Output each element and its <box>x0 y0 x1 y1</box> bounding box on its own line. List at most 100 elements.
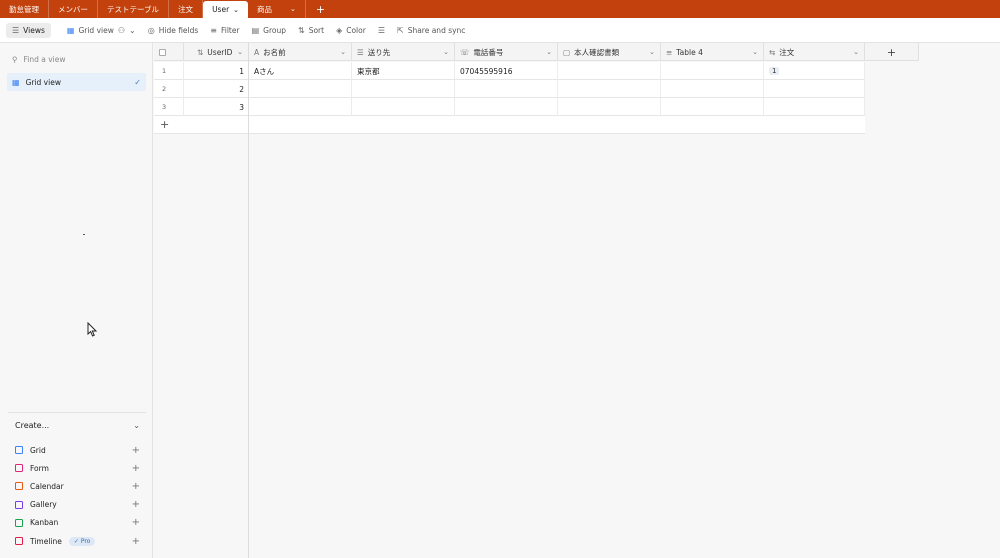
create-view-section-toggle[interactable]: Create... ⌄ <box>15 421 140 430</box>
cell-id-document[interactable] <box>558 62 661 80</box>
cell-name[interactable]: Aさん <box>249 62 352 80</box>
phone-icon: ☏ <box>460 47 470 57</box>
hide-fields-button[interactable]: ◎ Hide fields <box>142 23 205 38</box>
cell-name[interactable] <box>249 98 352 116</box>
grid-header-row: ⇅ UserID ⌄ A お名前 ⌄ ☰ 送り先 ⌄ ☏ 電話番号 ⌄ ▢ 本人… <box>154 43 919 61</box>
filter-button[interactable]: ≡ Filter <box>204 23 245 38</box>
column-label: 本人確認書類 <box>574 47 620 57</box>
tab-member[interactable]: メンバー <box>49 0 98 18</box>
tab-product[interactable]: 商品 ⌄ <box>248 0 306 18</box>
cell-address[interactable]: 東京都 <box>352 62 455 80</box>
create-timeline-view[interactable]: Timeline ✓ Pro + <box>15 532 140 550</box>
select-all-checkbox[interactable] <box>159 48 166 56</box>
plus-icon[interactable]: + <box>132 445 140 456</box>
table-row[interactable]: 1 1 Aさん 東京都 07045595916 1 <box>154 62 865 80</box>
cell-table-4[interactable] <box>661 98 764 116</box>
chevron-down-icon[interactable]: ⌄ <box>233 6 239 14</box>
plus-icon[interactable]: + <box>132 536 140 547</box>
column-header-userid[interactable]: ⇅ UserID ⌄ <box>184 43 249 61</box>
tab-kintai[interactable]: 勤怠管理 <box>0 0 49 18</box>
link-field-icon: ≡ <box>666 47 673 57</box>
color-button[interactable]: ◈ Color <box>330 23 372 38</box>
chevron-down-icon[interactable]: ⌄ <box>237 48 243 56</box>
column-header-table-4[interactable]: ≡ Table 4 ⌄ <box>661 43 764 61</box>
pro-badge: ✓ Pro <box>68 536 96 546</box>
cell-order[interactable] <box>764 98 865 116</box>
cell-table-4[interactable] <box>661 62 764 80</box>
create-calendar-view[interactable]: Calendar + <box>15 477 140 495</box>
create-form-view[interactable]: Form + <box>15 459 140 477</box>
tab-test-table[interactable]: テストテーブル <box>98 0 170 18</box>
column-header-id-document[interactable]: ▢ 本人確認書類 ⌄ <box>558 43 661 61</box>
cell-userid[interactable]: 1 <box>184 62 249 80</box>
cell-order[interactable]: 1 <box>764 62 865 80</box>
cell-id-document[interactable] <box>558 80 661 98</box>
cell-userid[interactable]: 2 <box>184 80 249 98</box>
chevron-down-icon[interactable]: ⌄ <box>546 48 552 56</box>
cell-order[interactable] <box>764 80 865 98</box>
view-toolbar: ☰ Views ▦ Grid view ⚇ ⌄ ◎ Hide fields ≡ … <box>0 18 1000 43</box>
sort-icon: ⇅ <box>297 25 305 35</box>
form-icon <box>15 464 23 473</box>
tab-user[interactable]: User ⌄ <box>203 1 249 18</box>
paint-bucket-icon: ◈ <box>336 25 343 35</box>
views-toggle-button[interactable]: ☰ Views <box>6 22 51 38</box>
share-and-sync-button[interactable]: ⇱ Share and sync <box>391 23 471 38</box>
plus-icon[interactable]: + <box>132 481 140 492</box>
share-label: Share and sync <box>407 25 466 35</box>
plus-icon[interactable]: + <box>132 499 140 510</box>
add-record-row[interactable]: + <box>154 116 865 134</box>
add-record-button[interactable]: + <box>154 116 249 133</box>
cell-phone[interactable]: 07045595916 <box>455 62 558 80</box>
column-header-address[interactable]: ☰ 送り先 ⌄ <box>352 43 455 61</box>
chevron-down-icon[interactable]: ⌄ <box>752 48 758 56</box>
chevron-down-icon[interactable]: ⌄ <box>443 48 449 56</box>
views-sidebar: ⚲ Find a view ▦ Grid view ✓ Create... ⌄ … <box>0 43 153 558</box>
create-gallery-view[interactable]: Gallery + <box>15 496 140 514</box>
pro-badge-label: Pro <box>80 537 91 545</box>
cell-phone[interactable] <box>455 80 558 98</box>
column-header-name[interactable]: A お名前 ⌄ <box>249 43 352 61</box>
linked-record-chip[interactable]: 1 <box>769 67 780 75</box>
plus-icon[interactable]: + <box>132 463 140 474</box>
tab-order[interactable]: 注文 <box>169 0 204 18</box>
table-row[interactable]: 2 2 <box>154 80 865 98</box>
create-grid-view[interactable]: Grid + <box>15 441 140 459</box>
cell-id-document[interactable] <box>558 98 661 116</box>
cell-phone[interactable] <box>455 98 558 116</box>
sidebar-view-grid-view[interactable]: ▦ Grid view ✓ <box>7 73 146 91</box>
chevron-down-icon[interactable]: ⌄ <box>290 5 296 13</box>
table-row[interactable]: 3 3 <box>154 98 865 116</box>
cell-userid[interactable]: 3 <box>184 98 249 116</box>
add-field-button[interactable]: + <box>865 43 919 61</box>
create-item-label: Gallery <box>30 500 57 510</box>
create-item-label: Kanban <box>30 518 59 528</box>
filter-icon: ≡ <box>210 25 217 35</box>
sort-button[interactable]: ⇅ Sort <box>292 23 330 38</box>
column-header-phone[interactable]: ☏ 電話番号 ⌄ <box>455 43 558 61</box>
chevron-down-icon[interactable]: ⌄ <box>340 48 346 56</box>
add-table-button[interactable]: + <box>306 0 335 18</box>
chevron-down-icon[interactable]: ⌄ <box>649 48 655 56</box>
link-record-icon: ⇆ <box>769 47 776 57</box>
cell-name[interactable] <box>249 80 352 98</box>
hide-fields-label: Hide fields <box>158 25 199 35</box>
row-index: 2 <box>154 80 184 98</box>
create-kanban-view[interactable]: Kanban + <box>15 514 140 532</box>
column-header-order[interactable]: ⇆ 注文 ⌄ <box>764 43 865 61</box>
cell-table-4[interactable] <box>661 80 764 98</box>
grid-view-menu-button[interactable]: ▦ Grid view ⚇ ⌄ <box>61 23 142 38</box>
group-button[interactable]: ▤ Group <box>246 23 292 38</box>
create-view-list: Grid + Form + Calendar + Gallery + Kanba… <box>15 441 140 550</box>
chevron-down-icon[interactable]: ⌄ <box>853 48 859 56</box>
plus-icon: + <box>160 118 170 131</box>
row-height-button[interactable]: ☰ <box>372 23 391 38</box>
find-view-search[interactable]: ⚲ Find a view <box>8 52 146 66</box>
search-icon: ⚲ <box>12 54 18 64</box>
plus-icon[interactable]: + <box>132 517 140 528</box>
find-view-input[interactable]: Find a view <box>24 55 66 64</box>
column-label: Table 4 <box>676 47 703 57</box>
cell-address[interactable] <box>352 80 455 98</box>
column-label: お名前 <box>263 47 286 57</box>
cell-address[interactable] <box>352 98 455 116</box>
